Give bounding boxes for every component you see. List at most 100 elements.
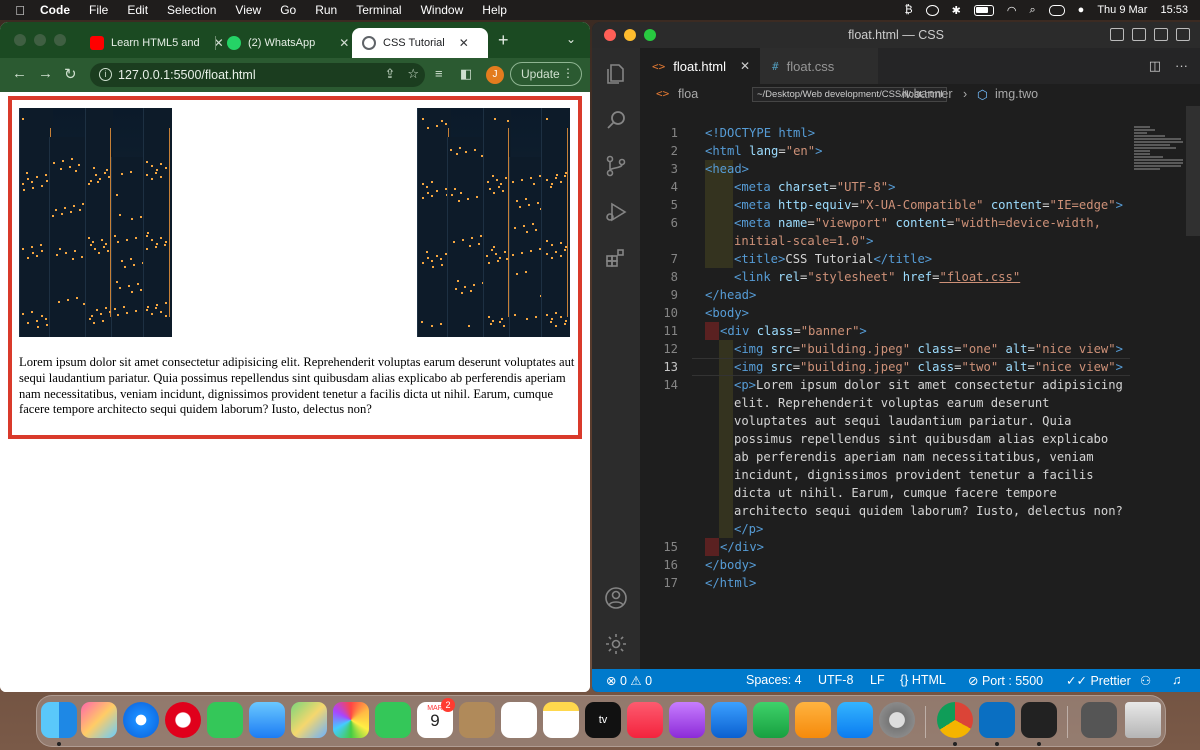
profile-avatar[interactable]: J — [486, 66, 504, 84]
siri-icon[interactable]: ● — [1078, 4, 1085, 16]
finder-icon[interactable] — [41, 702, 77, 738]
close-tab-icon[interactable]: ✕ — [459, 36, 469, 50]
reminders-icon[interactable] — [501, 702, 537, 738]
code-editor[interactable]: 1 2 3 4 5 6 7 8 9 10 11 12 13 14 15 16 1… — [640, 106, 1130, 666]
minimize-window-button[interactable] — [34, 34, 46, 46]
indentation-status[interactable]: Spaces: 4 — [746, 673, 802, 687]
bluetooth-icon[interactable]: ✱ — [952, 4, 961, 17]
menu-go[interactable]: Go — [280, 3, 296, 17]
menu-window[interactable]: Window — [421, 3, 464, 17]
status-menu-icon[interactable]: ₿ — [905, 4, 913, 16]
close-tab-icon[interactable]: ✕ — [339, 36, 349, 50]
menu-selection[interactable]: Selection — [167, 3, 216, 17]
close-window-button[interactable] — [604, 29, 616, 41]
run-debug-icon[interactable] — [604, 200, 628, 224]
share-icon[interactable]: ⇪ — [384, 66, 395, 82]
figma-icon[interactable] — [1021, 702, 1057, 738]
problems-indicator[interactable]: ⊗ 0 ⚠ 0 — [606, 673, 652, 688]
menu-app-name[interactable]: Code — [40, 3, 70, 17]
music-icon[interactable] — [627, 702, 663, 738]
minimap[interactable] — [1134, 126, 1186, 176]
wifi-icon[interactable]: ◠ — [1007, 4, 1017, 17]
menu-help[interactable]: Help — [482, 3, 507, 17]
numbers-icon[interactable] — [753, 702, 789, 738]
site-info-icon[interactable]: i — [99, 68, 112, 81]
bookmark-star-icon[interactable]: ☆ — [407, 66, 419, 82]
menu-file[interactable]: File — [89, 3, 108, 17]
toggle-sidebar-icon[interactable] — [1110, 28, 1124, 41]
accounts-icon[interactable] — [604, 586, 628, 610]
back-button[interactable]: ← — [12, 65, 27, 82]
browser-tab-youtube[interactable]: Learn HTML5 and ✕ — [80, 28, 234, 58]
menubar-date[interactable]: Thu 9 Mar — [1097, 4, 1147, 16]
safari-icon[interactable] — [123, 702, 159, 738]
close-window-button[interactable] — [14, 34, 26, 46]
app-store-icon[interactable] — [837, 702, 873, 738]
minimize-window-button[interactable] — [624, 29, 636, 41]
extensions-icon[interactable] — [604, 246, 628, 270]
editor-scrollbar[interactable] — [1186, 106, 1200, 236]
editor-tab-float-css[interactable]: # float.css — [760, 48, 878, 84]
language-mode[interactable]: {} HTML — [900, 673, 946, 687]
update-button[interactable]: Update ⋮ — [510, 62, 582, 86]
facetime-icon[interactable] — [375, 702, 411, 738]
more-menu-icon[interactable]: ⋮ — [562, 66, 574, 80]
maps-icon[interactable] — [291, 702, 327, 738]
close-tab-icon[interactable]: ✕ — [740, 59, 750, 73]
vscode-icon[interactable] — [979, 702, 1015, 738]
launchpad-icon[interactable] — [81, 702, 117, 738]
opera-icon[interactable] — [165, 702, 201, 738]
prettier-status[interactable]: ✓✓ Prettier — [1066, 673, 1131, 688]
editor-tab-float-html[interactable]: <> float.html ✕ — [640, 48, 760, 84]
toggle-panel-icon[interactable] — [1132, 28, 1146, 41]
photos-icon[interactable] — [333, 702, 369, 738]
new-tab-button[interactable]: + — [498, 30, 509, 51]
apple-menu-icon[interactable]:  — [0, 3, 40, 18]
menubar-time[interactable]: 15:53 — [1160, 4, 1188, 16]
messages-icon[interactable] — [207, 702, 243, 738]
menu-terminal[interactable]: Terminal — [356, 3, 401, 17]
menu-edit[interactable]: Edit — [127, 3, 148, 17]
menu-run[interactable]: Run — [315, 3, 337, 17]
notes-icon[interactable] — [543, 702, 579, 738]
customize-layout-icon[interactable] — [1176, 28, 1190, 41]
encoding-status[interactable]: UTF-8 — [818, 673, 853, 687]
keynote-icon[interactable] — [711, 702, 747, 738]
more-actions-icon[interactable]: ··· — [1175, 58, 1188, 74]
pages-icon[interactable] — [795, 702, 831, 738]
tv-icon[interactable]: tv — [585, 702, 621, 738]
search-icon[interactable] — [604, 108, 628, 132]
battery-icon[interactable] — [973, 4, 994, 16]
trash-icon[interactable] — [1125, 702, 1161, 738]
media-play-icon[interactable] — [925, 4, 939, 16]
reload-button[interactable]: ↻ — [64, 65, 77, 83]
breadcrumb-node-banner[interactable]: iv.banner — [902, 87, 953, 101]
split-editor-icon[interactable]: ◫ — [1149, 58, 1161, 74]
toggle-secondary-sidebar-icon[interactable] — [1154, 28, 1168, 41]
feedback-icon[interactable]: ⚇ — [1140, 673, 1151, 688]
notifications-bell-icon[interactable]: ♫ — [1172, 673, 1181, 687]
contacts-icon[interactable] — [459, 702, 495, 738]
stage-window-icon[interactable] — [1081, 702, 1117, 738]
forward-button[interactable]: → — [38, 65, 53, 82]
breadcrumb-node-img[interactable]: img.two — [995, 87, 1038, 101]
address-bar[interactable]: i 127.0.0.1:5500/float.html ⇪ ☆ — [90, 63, 425, 87]
menu-view[interactable]: View — [235, 3, 261, 17]
podcasts-icon[interactable] — [669, 702, 705, 738]
system-settings-icon[interactable] — [879, 702, 915, 738]
explorer-icon[interactable] — [604, 62, 628, 86]
browser-tab-whatsapp[interactable]: (2) WhatsApp ✕ — [217, 28, 359, 58]
source-control-icon[interactable] — [604, 154, 628, 178]
eol-status[interactable]: LF — [870, 673, 885, 687]
settings-gear-icon[interactable] — [604, 632, 628, 656]
maximize-window-button[interactable] — [54, 34, 66, 46]
breadcrumb-file[interactable]: floa — [678, 87, 698, 101]
reading-list-icon[interactable]: ≡ — [435, 66, 443, 81]
mail-icon[interactable] — [249, 702, 285, 738]
spotlight-search-icon[interactable]: ⌕ — [1030, 4, 1036, 17]
chrome-icon[interactable] — [937, 702, 973, 738]
tab-search-chevron-icon[interactable]: ⌄ — [566, 32, 576, 46]
live-server-port[interactable]: ⊘ Port : 5500 — [968, 673, 1043, 688]
control-center-icon[interactable] — [1048, 4, 1065, 16]
maximize-window-button[interactable] — [644, 29, 656, 41]
